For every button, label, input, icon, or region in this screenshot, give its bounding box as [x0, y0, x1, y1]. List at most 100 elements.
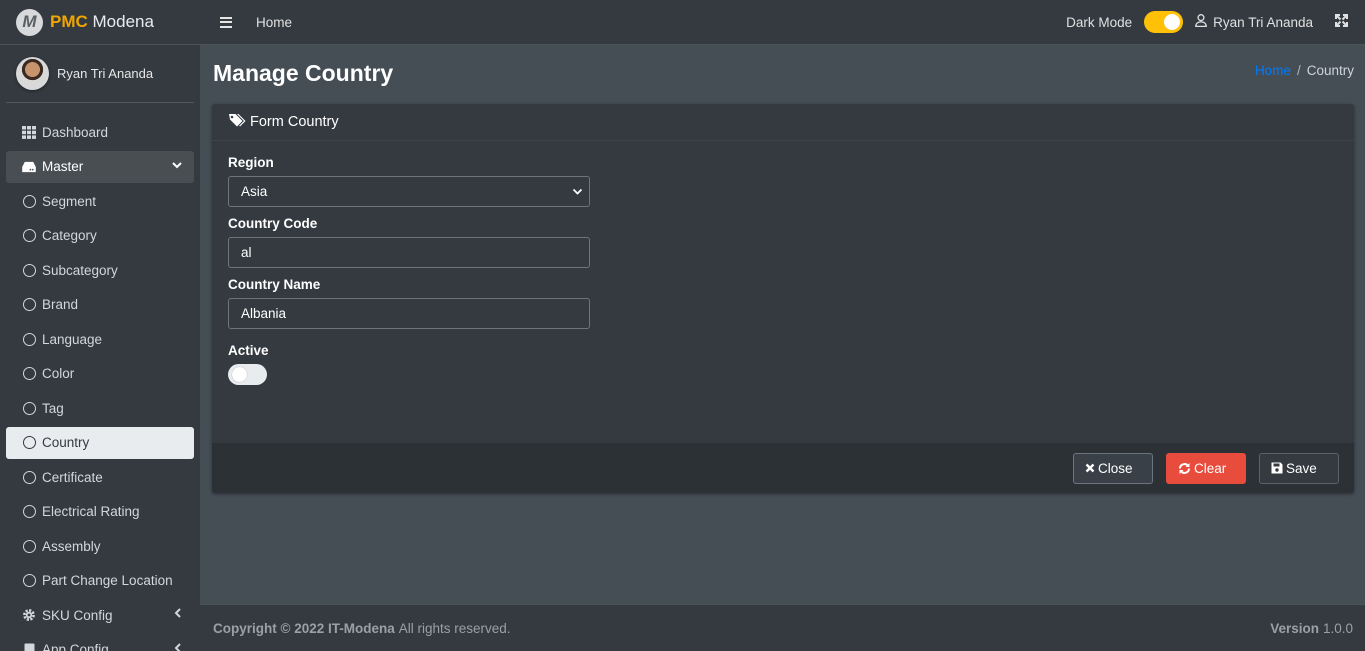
- footer-copyright: Copyright © 2022 IT-Modena: [213, 620, 395, 636]
- dark-mode-toggle[interactable]: [1144, 11, 1184, 33]
- sidebar-item-part-change-location[interactable]: Part Change Location: [6, 565, 194, 597]
- region-group: Region Asia: [228, 155, 1338, 207]
- tags-icon: [228, 113, 246, 132]
- sidebar-item-label: Electrical Rating: [42, 504, 140, 519]
- chevron-left-icon: [174, 642, 182, 651]
- top-user-name: Ryan Tri Ananda: [1213, 14, 1313, 30]
- breadcrumb-current: Country: [1306, 63, 1354, 78]
- sidebar-item-tag[interactable]: Tag: [6, 392, 194, 424]
- save-button[interactable]: Save: [1259, 452, 1339, 484]
- brand-name-rest: Modena: [92, 12, 154, 31]
- circle-icon: [22, 367, 36, 381]
- footer-version-value: 1.0.0: [1322, 620, 1353, 636]
- brand-link[interactable]: M PMC Modena: [0, 0, 200, 45]
- sidebar-item-assembly[interactable]: Assembly: [6, 530, 194, 562]
- user-panel[interactable]: Ryan Tri Ananda: [6, 45, 194, 103]
- sidebar-item-master[interactable]: Master: [6, 150, 194, 183]
- active-switch[interactable]: [228, 364, 267, 385]
- footer-version: Version 1.0.0: [1270, 621, 1353, 636]
- card-title: Form Country: [250, 114, 339, 130]
- refresh-icon: [1178, 462, 1191, 475]
- country-name-value: Albania: [241, 306, 287, 321]
- country-code-input[interactable]: al: [228, 237, 590, 268]
- country-name-group: Country Name Albania: [228, 277, 1338, 329]
- form-card: Form Country Region Asia Country Code al: [212, 104, 1354, 493]
- close-button-label: Close: [1098, 460, 1133, 476]
- top-nav-home-link[interactable]: Home: [256, 15, 292, 30]
- country-code-value: al: [241, 245, 252, 260]
- circle-icon: [22, 470, 36, 484]
- save-icon: [1271, 462, 1283, 474]
- sidebar-item-certificate[interactable]: Certificate: [6, 461, 194, 493]
- dark-mode-label: Dark Mode: [1066, 14, 1133, 30]
- close-button[interactable]: Close: [1073, 452, 1153, 484]
- brand-name: PMC Modena: [50, 12, 154, 32]
- sidebar-item-label: Language: [42, 331, 103, 347]
- sidebar-item-color[interactable]: Color: [6, 358, 194, 390]
- sidebar-item-language[interactable]: Language: [6, 323, 194, 355]
- sidebar-item-label: Segment: [42, 193, 97, 209]
- chevron-left-icon: [174, 608, 182, 621]
- sidebar-item-label: Category: [42, 228, 97, 243]
- sidebar-item-app-config[interactable]: App Config: [6, 634, 194, 651]
- circle-icon: [22, 332, 36, 346]
- brand-name-accent: PMC: [50, 12, 88, 31]
- active-group: Active: [228, 343, 1338, 385]
- content-wrapper: Manage Country Home / Country Form Country…: [200, 45, 1365, 604]
- breadcrumb-home-link[interactable]: Home: [1255, 63, 1291, 78]
- sidebar-nav: Dashboard Master Segment Category Subcat…: [0, 103, 200, 651]
- circle-icon: [22, 505, 36, 519]
- sidebar-item-dashboard[interactable]: Dashboard: [6, 116, 194, 148]
- sidebar-item-electrical-rating[interactable]: Electrical Rating: [6, 496, 194, 528]
- menu-toggle-icon[interactable]: [220, 16, 232, 28]
- circle-icon: [22, 229, 36, 243]
- country-name-input[interactable]: Albania: [228, 298, 590, 329]
- sidebar-item-category[interactable]: Category: [6, 220, 194, 252]
- close-icon: [1085, 463, 1095, 473]
- region-selected-value: Asia: [241, 184, 268, 199]
- circle-icon: [22, 298, 36, 312]
- doc-icon: [22, 643, 36, 651]
- sidebar-item-label: Tag: [42, 400, 64, 416]
- card-footer: Close Clear Save: [212, 443, 1354, 493]
- grid-icon: [22, 125, 36, 139]
- clear-button-label: Clear: [1194, 460, 1227, 476]
- sidebar-item-subcategory[interactable]: Subcategory: [6, 254, 194, 286]
- sidebar-item-label: Subcategory: [42, 262, 118, 278]
- sidebar-item-label: Certificate: [42, 469, 103, 485]
- top-nav-right: Dark Mode Ryan Tri Ananda: [1066, 11, 1365, 33]
- sidebar-item-label: Brand: [42, 297, 79, 312]
- sidebar-item-brand[interactable]: Brand: [6, 289, 194, 321]
- circle-icon: [22, 263, 36, 277]
- sidebar-item-sku-config[interactable]: SKU Config: [6, 599, 194, 631]
- user-menu[interactable]: Ryan Tri Ananda: [1195, 14, 1313, 30]
- sidebar-item-label: Country: [42, 435, 90, 450]
- country-code-group: Country Code al: [228, 216, 1338, 268]
- card-header: Form Country: [212, 104, 1354, 141]
- sidebar-item-country[interactable]: Country: [6, 426, 194, 459]
- footer-version-label: Version: [1270, 620, 1319, 636]
- page-title: Manage Country: [213, 60, 394, 86]
- breadcrumb: Home / Country: [1255, 63, 1354, 78]
- clear-button[interactable]: Clear: [1166, 452, 1246, 484]
- sidebar-item-label: Master: [42, 159, 84, 174]
- region-select[interactable]: Asia: [228, 176, 590, 207]
- sidebar-item-label: Dashboard: [42, 124, 109, 140]
- sidebar-item-label: Assembly: [42, 538, 101, 554]
- footer-rights: All rights reserved.: [398, 620, 511, 636]
- main-footer: Copyright © 2022 IT-Modena All rights re…: [200, 604, 1365, 651]
- sidebar: M PMC Modena Ryan Tri Ananda Dashboard M…: [0, 0, 200, 651]
- fullscreen-icon[interactable]: [1335, 14, 1348, 30]
- country-code-label: Country Code: [228, 216, 318, 231]
- circle-icon: [22, 194, 36, 208]
- chevron-down-icon: [172, 160, 182, 172]
- chevron-down-icon: [572, 184, 583, 199]
- region-label: Region: [228, 155, 274, 170]
- gear-icon: [22, 608, 36, 622]
- card-body: Region Asia Country Code al Country Name…: [212, 141, 1354, 408]
- sidebar-item-segment[interactable]: Segment: [6, 185, 194, 217]
- sidebar-item-label: Part Change Location: [42, 573, 173, 588]
- circle-icon: [22, 436, 36, 450]
- brand-logo: M: [16, 8, 43, 36]
- circle-icon: [22, 574, 36, 588]
